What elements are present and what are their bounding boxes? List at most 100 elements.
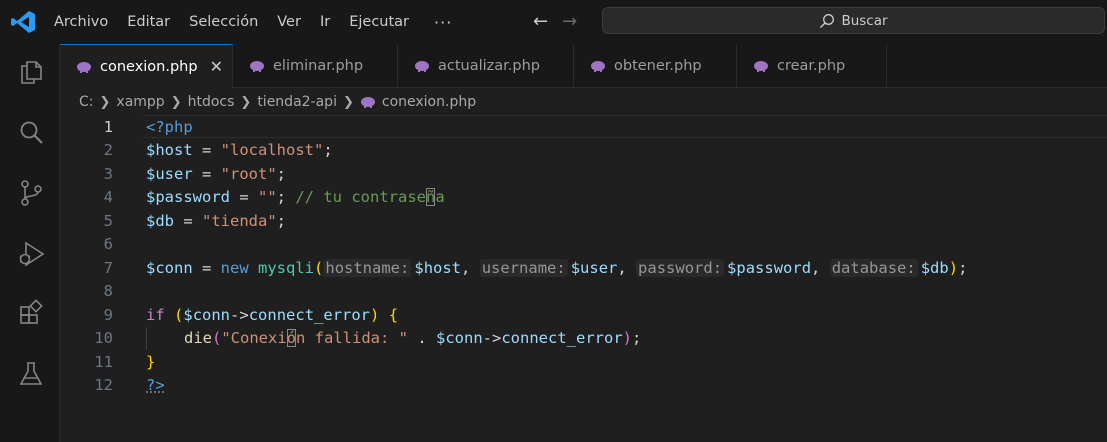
menu-ir[interactable]: Ir — [320, 14, 330, 30]
token-comment-highlight: ñ — [426, 188, 436, 207]
token-punct: , — [811, 258, 830, 277]
inlay-hint: username: — [479, 258, 568, 277]
menu-archivo[interactable]: Archivo — [54, 14, 108, 30]
token-var: $db — [146, 211, 174, 230]
token-string: "" — [258, 188, 277, 207]
back-arrow-icon[interactable]: ← — [533, 11, 548, 32]
code-line: 1 <?php — [60, 115, 1107, 139]
code-line: 5 $db = "tienda"; — [60, 209, 1107, 233]
inlay-hint: database: — [829, 258, 918, 277]
token-bracket: ) — [370, 305, 380, 324]
code-line: 4 $password = ""; // tu contraseña — [60, 186, 1107, 210]
run-debug-icon[interactable] — [17, 240, 45, 268]
source-control-icon[interactable] — [17, 179, 45, 207]
search-icon[interactable] — [17, 119, 45, 147]
token-comment: a — [435, 188, 445, 207]
close-icon[interactable]: ✕ — [210, 57, 223, 76]
token-string: n fallida: " — [296, 329, 408, 348]
token-punct: ; — [276, 164, 287, 183]
breadcrumb: C: ❯ xampp ❯ htdocs ❯ tienda2-api ❯ cone… — [79, 91, 476, 113]
code-line: 7 $conn = new mysqli(hostname: $host, use… — [60, 256, 1107, 280]
token-string: "localhost" — [220, 141, 324, 160]
token-punct: ; — [276, 188, 296, 207]
code-line: 10 die("Conexión fallida: " . $conn->con… — [60, 326, 1107, 350]
tab-eliminar[interactable]: eliminar.php — [233, 44, 398, 88]
php-elephant-icon — [360, 97, 375, 108]
tab-label: eliminar.php — [273, 58, 364, 74]
forward-arrow-icon[interactable]: → — [562, 11, 577, 32]
token-string: "Conexi — [221, 329, 287, 348]
extensions-icon[interactable] — [17, 299, 45, 327]
token-var: $db — [920, 258, 949, 277]
code-line: 6 — [60, 233, 1107, 257]
token-bracket: ( — [212, 329, 222, 348]
token-punct: , — [461, 258, 480, 277]
more-menu-icon[interactable]: ··· — [434, 13, 452, 32]
token-var: $host — [146, 141, 193, 160]
php-elephant-icon — [754, 61, 768, 72]
line-number: 7 — [103, 258, 113, 277]
token-bracket: ) — [622, 329, 633, 348]
menu-seleccion[interactable]: Selección — [189, 14, 258, 30]
token-var: $password — [727, 258, 812, 277]
php-elephant-icon — [415, 61, 429, 72]
editor-tabs: conexion.php ✕ eliminar.php actualizar.p… — [60, 44, 1107, 88]
php-elephant-icon — [591, 61, 605, 72]
token-property: connect_error — [501, 329, 623, 348]
code-line: 2 $host = "localhost"; — [60, 139, 1107, 163]
title-bar: Archivo Editar Selección Ver Ir Ejecutar… — [0, 0, 1107, 44]
breadcrumb-item[interactable]: conexion.php — [382, 94, 476, 110]
menu-bar: Archivo Editar Selección Ver Ir Ejecutar… — [54, 0, 471, 44]
line-number: 4 — [103, 188, 113, 207]
line-number: 5 — [103, 211, 113, 230]
code-text: if ($conn->connect_error) { — [146, 306, 398, 324]
code-text: $host = "localhost"; — [146, 141, 333, 159]
token-bracket: ( — [174, 305, 184, 324]
line-number: 9 — [103, 305, 113, 324]
token-comment: // tu contrase — [295, 188, 426, 207]
testing-icon[interactable] — [17, 360, 45, 388]
token-op: = — [192, 164, 221, 183]
line-number: 1 — [103, 117, 113, 136]
php-elephant-icon — [77, 61, 91, 73]
code-text: ?> — [146, 376, 165, 394]
token-var: $conn — [183, 305, 231, 324]
tab-label: crear.php — [777, 58, 846, 74]
tab-crear[interactable]: crear.php — [737, 44, 887, 88]
token-bracket: ) — [948, 258, 959, 277]
line-number: 3 — [103, 164, 113, 183]
code-text: die("Conexión fallida: " . $conn->connec… — [184, 329, 641, 348]
token-punct: ; — [958, 258, 968, 277]
tab-actualizar[interactable]: actualizar.php — [398, 44, 574, 88]
menu-ver[interactable]: Ver — [277, 14, 301, 30]
vscode-logo-icon[interactable] — [10, 10, 36, 34]
tab-conexion[interactable]: conexion.php ✕ — [60, 44, 233, 88]
breadcrumb-item[interactable]: xampp — [116, 94, 164, 110]
code-text: $conn = new mysqli(hostname: $host, usern… — [146, 258, 968, 277]
code-line: 9 if ($conn->connect_error) { — [60, 303, 1107, 327]
token-var: $user — [146, 164, 193, 183]
tab-obtener[interactable]: obtener.php — [574, 44, 737, 88]
menu-editar[interactable]: Editar — [127, 14, 170, 30]
token-keyword: if — [146, 305, 165, 324]
line-number: 10 — [94, 329, 113, 348]
token-var: $conn — [436, 329, 483, 348]
line-number: 12 — [94, 376, 113, 395]
inlay-hint: hostname: — [323, 258, 412, 277]
menu-ejecutar[interactable]: Ejecutar — [349, 14, 409, 30]
tab-label: conexion.php — [100, 58, 198, 75]
command-center-search[interactable]: Buscar — [602, 7, 1105, 34]
token-punct: , — [617, 258, 637, 277]
explorer-icon[interactable] — [17, 58, 45, 86]
token-op: = — [192, 258, 221, 277]
code-editor[interactable]: 1 <?php 2 $host = "localhost"; 3 $user =… — [60, 115, 1107, 442]
code-text: $password = ""; // tu contraseña — [146, 188, 445, 207]
breadcrumb-item[interactable]: htdocs — [188, 94, 235, 110]
indent-guide — [146, 326, 147, 350]
breadcrumb-item[interactable]: tienda2-api — [257, 94, 337, 110]
chevron-right-icon: ❯ — [240, 94, 252, 110]
token-var: $conn — [146, 258, 193, 277]
breadcrumb-item[interactable]: C: — [79, 94, 94, 110]
token-brace: } — [146, 352, 156, 371]
search-label: Buscar — [841, 12, 888, 29]
